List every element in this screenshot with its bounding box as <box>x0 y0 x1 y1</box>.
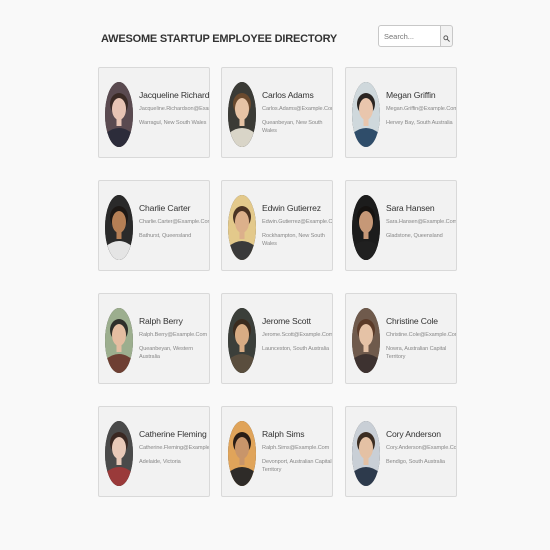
avatar <box>105 421 133 486</box>
avatar <box>228 195 256 260</box>
employee-card[interactable]: Jerome Scott Jerome.Scott@Example.Com Laun… <box>221 293 333 384</box>
search-input[interactable] <box>378 25 441 47</box>
employee-location: Hervey Bay, South Australia <box>386 120 453 126</box>
employee-location: Queanbeyan, New South Wales <box>262 120 323 134</box>
avatar <box>352 82 380 147</box>
employee-info: Carlos Adams Carlos.Adams@Example.Com Quea… <box>262 90 333 135</box>
employee-email: Charlie.Carter@Example.Com <box>139 219 210 225</box>
employee-card[interactable]: Cory Anderson Cory.Anderson@Example.Com Be… <box>345 406 457 497</box>
employee-email: Jacqueline.Richardson@Example.Com <box>139 106 209 112</box>
employee-location: Rockhampton, New South Wales <box>262 233 325 247</box>
employee-info: Ralph Berry Ralph.Berry@Example.Com Queanb… <box>139 316 209 361</box>
employee-card[interactable]: Sara Hansen Sara.Hansen@Example.Com Gladst… <box>345 180 457 271</box>
employee-location: Devonport, Australian Capital Territory <box>262 459 332 473</box>
employee-name: Megan Griffin <box>386 90 436 100</box>
employee-email: Ralph.Sims@Example.Com <box>262 445 330 451</box>
employee-info: Charlie Carter Charlie.Carter@Example.Com… <box>139 203 210 240</box>
avatar <box>105 195 133 260</box>
employee-location: Warragul, New South Wales <box>139 120 207 126</box>
avatar <box>228 308 256 373</box>
page-title: Awesome Startup Employee Directory <box>101 33 338 45</box>
employee-email: Jerome.Scott@Example.Com <box>262 332 333 338</box>
employee-info: Cory Anderson Cory.Anderson@Example.Com Be… <box>386 429 457 466</box>
search-form <box>378 25 453 47</box>
header: Awesome Startup Employee Directory <box>0 0 550 60</box>
employee-info: Ralph Sims Ralph.Sims@Example.Com Devonpor… <box>262 429 332 474</box>
employee-card[interactable]: Megan Griffin Megan.Griffin@Example.Com He… <box>345 67 457 158</box>
employee-email: Sara.Hansen@Example.Com <box>386 219 457 225</box>
avatar <box>105 82 133 147</box>
employee-location: Queanbeyan, Western Australia <box>139 346 193 360</box>
avatar <box>228 82 256 147</box>
employee-info: Megan Griffin Megan.Griffin@Example.Com He… <box>386 90 457 127</box>
employee-card[interactable]: Edwin Gutierrez Edwin.Gutierrez@Example.C… <box>221 180 333 271</box>
employee-name: Christine Cole <box>386 316 438 326</box>
employee-location: Gladstone, Queensland <box>386 233 443 239</box>
employee-card[interactable]: Catherine Fleming Catherine.Fleming@Examp… <box>98 406 210 497</box>
employee-info: Edwin Gutierrez Edwin.Gutierrez@Example.C… <box>262 203 333 248</box>
search-icon <box>443 27 450 46</box>
employee-location: Bathurst, Queensland <box>139 233 192 239</box>
employee-location: Nowra, Australian Capital Territory <box>386 346 447 360</box>
avatar <box>352 421 380 486</box>
employee-email: Megan.Griffin@Example.Com <box>386 106 457 112</box>
employee-location: Adelaide, Victoria <box>139 459 181 465</box>
employee-email: Edwin.Gutierrez@Example.Com <box>262 219 333 225</box>
employee-card[interactable]: Ralph Sims Ralph.Sims@Example.Com Devonpor… <box>221 406 333 497</box>
employee-name: Ralph Sims <box>262 429 305 439</box>
avatar <box>105 308 133 373</box>
avatar <box>352 308 380 373</box>
employee-email: Christine.Cole@Example.Com <box>386 332 457 338</box>
employee-info: Christine Cole Christine.Cole@Example.Com… <box>386 316 457 361</box>
employee-name: Edwin Gutierrez <box>262 203 321 213</box>
search-button[interactable] <box>441 25 453 47</box>
employee-name: Cory Anderson <box>386 429 441 439</box>
employee-name: Charlie Carter <box>139 203 191 213</box>
employee-card[interactable]: Charlie Carter Charlie.Carter@Example.Com… <box>98 180 210 271</box>
employee-card[interactable]: Ralph Berry Ralph.Berry@Example.Com Queanb… <box>98 293 210 384</box>
avatar <box>228 421 256 486</box>
employee-info: Jacqueline Richardson Jacqueline.Richards… <box>139 90 210 127</box>
employee-location: Launceston, South Australia <box>262 346 329 352</box>
employee-name: Jacqueline Richardson <box>139 90 210 100</box>
employee-name: Carlos Adams <box>262 90 314 100</box>
employee-name: Jerome Scott <box>262 316 311 326</box>
employee-card[interactable]: Jacqueline Richardson Jacqueline.Richards… <box>98 67 210 158</box>
employee-name: Sara Hansen <box>386 203 435 213</box>
employee-info: Jerome Scott Jerome.Scott@Example.Com Laun… <box>262 316 333 353</box>
employee-email: Carlos.Adams@Example.Com <box>262 106 333 112</box>
employee-name: Catherine Fleming <box>139 429 207 439</box>
employee-card[interactable]: Christine Cole Christine.Cole@Example.Com… <box>345 293 457 384</box>
employee-name: Ralph Berry <box>139 316 183 326</box>
employee-card[interactable]: Carlos Adams Carlos.Adams@Example.Com Quea… <box>221 67 333 158</box>
employee-email: Cory.Anderson@Example.Com <box>386 445 457 451</box>
employee-info: Catherine Fleming Catherine.Fleming@Examp… <box>139 429 210 466</box>
avatar <box>352 195 380 260</box>
employee-info: Sara Hansen Sara.Hansen@Example.Com Gladst… <box>386 203 457 240</box>
employee-email: Catherine.Fleming@Example.Com <box>139 445 210 451</box>
employee-email: Ralph.Berry@Example.Com <box>139 332 208 338</box>
employee-location: Bendigo, South Australia <box>386 459 445 465</box>
